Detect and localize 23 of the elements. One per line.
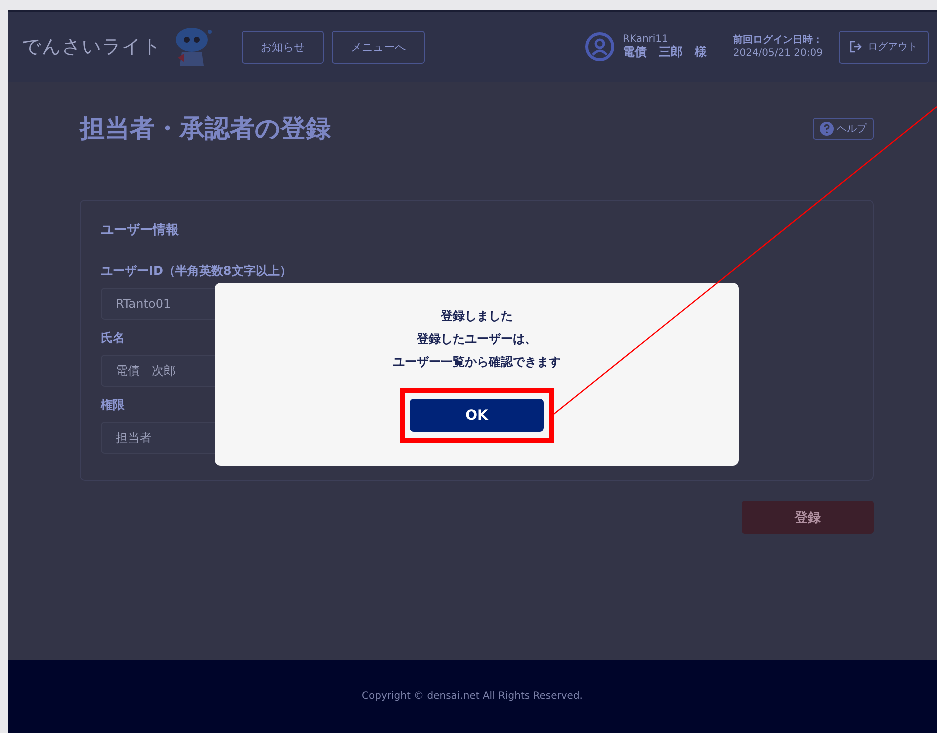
register-button[interactable]: 登録 — [742, 501, 874, 534]
dialog-message: 登録しました — [441, 308, 513, 325]
page-title: 担当者・承認者の登録 — [80, 113, 331, 145]
last-login-time: 2024/05/21 20:09 — [733, 47, 823, 60]
help-icon — [820, 122, 834, 136]
section-heading: ユーザー情報 — [101, 222, 179, 239]
last-login-label: 前回ログイン日時： — [733, 34, 823, 47]
field-label: 権限 — [101, 397, 125, 414]
header-button[interactable]: お知らせ — [242, 30, 324, 64]
logout-icon — [850, 41, 862, 53]
field-label: 氏名 — [101, 330, 125, 347]
logout-button[interactable]: ログアウト — [839, 30, 929, 64]
dialog-message: ユーザー一覧から確認できます — [393, 354, 561, 371]
logo-text: でんさいライト — [22, 35, 162, 60]
field-label: ユーザーID（半角英数8文字以上） — [101, 263, 292, 280]
user-id: RKanri11 — [623, 34, 670, 46]
help-button[interactable]: ヘルプ — [813, 118, 874, 140]
dialog-message: 登録したユーザーは、 — [417, 331, 537, 348]
user-avatar-icon — [585, 32, 615, 62]
copyright-text: Copyright © densai.net All Rights Reserved. — [362, 691, 583, 702]
user-name: 電債 三郎 様 — [623, 46, 707, 60]
header-button[interactable]: メニューへ — [332, 30, 425, 64]
ok-button[interactable]: OK — [410, 399, 544, 432]
